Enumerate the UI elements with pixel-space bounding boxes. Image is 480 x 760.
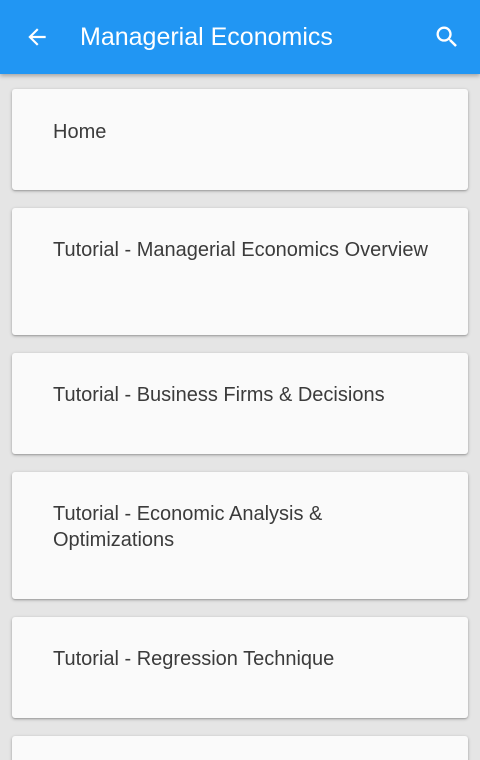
search-button[interactable]	[424, 14, 470, 60]
list-item-label: Tutorial - Economic Analysis & Optimizat…	[53, 503, 323, 551]
list-item-partial[interactable]	[12, 736, 468, 760]
app-bar: Managerial Economics	[0, 0, 480, 74]
list-item-label: Tutorial - Regression Technique	[53, 648, 335, 670]
list-item-label: Tutorial - Managerial Economics Overview	[53, 239, 428, 261]
back-button[interactable]	[14, 14, 60, 60]
topic-list: Home Tutorial - Managerial Economics Ove…	[0, 74, 480, 760]
list-item-business-firms[interactable]: Tutorial - Business Firms & Decisions	[12, 353, 468, 454]
list-item-label: Tutorial - Business Firms & Decisions	[53, 384, 385, 406]
list-item-overview[interactable]: Tutorial - Managerial Economics Overview	[12, 208, 468, 335]
search-icon	[436, 26, 457, 47]
list-item-economic-analysis[interactable]: Tutorial - Economic Analysis & Optimizat…	[12, 472, 468, 599]
list-item-regression[interactable]: Tutorial - Regression Technique	[12, 617, 468, 718]
page-title: Managerial Economics	[80, 23, 333, 51]
list-item-home[interactable]: Home	[12, 89, 468, 190]
list-item-label: Home	[53, 121, 107, 143]
arrow-left-icon	[28, 28, 46, 46]
